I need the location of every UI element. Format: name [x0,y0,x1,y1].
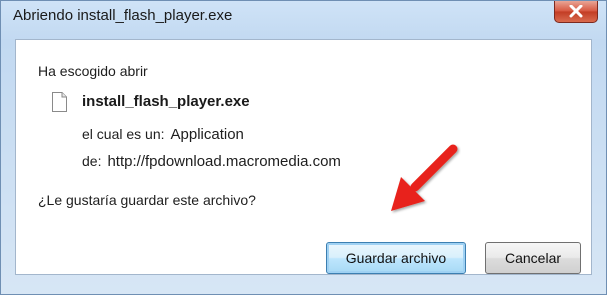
save-question: ¿Le gustaría guardar este archivo? [38,192,256,208]
save-file-button[interactable]: Guardar archivo [326,242,466,274]
file-source-label: de: [82,153,102,169]
file-type-value: Application [170,126,244,143]
file-type-row: el cual es un: Application [82,126,244,143]
close-icon [569,5,583,18]
file-source-value: http://fpdownload.macromedia.com [107,153,341,170]
title-bar[interactable]: Abriendo install_flash_player.exe [1,1,606,35]
dialog-content: Ha escogido abrir install_flash_player.e… [15,39,592,275]
file-icon [52,92,67,112]
download-dialog-window: Abriendo install_flash_player.exe Ha esc… [0,0,607,295]
file-type-label: el cual es un: [82,126,165,142]
file-name: install_flash_player.exe [82,93,250,110]
file-source-row: de: http://fpdownload.macromedia.com [82,153,341,170]
cancel-button[interactable]: Cancelar [485,242,581,274]
close-button[interactable] [554,1,598,23]
window-title: Abriendo install_flash_player.exe [13,7,233,24]
dialog-heading: Ha escogido abrir [38,63,148,79]
